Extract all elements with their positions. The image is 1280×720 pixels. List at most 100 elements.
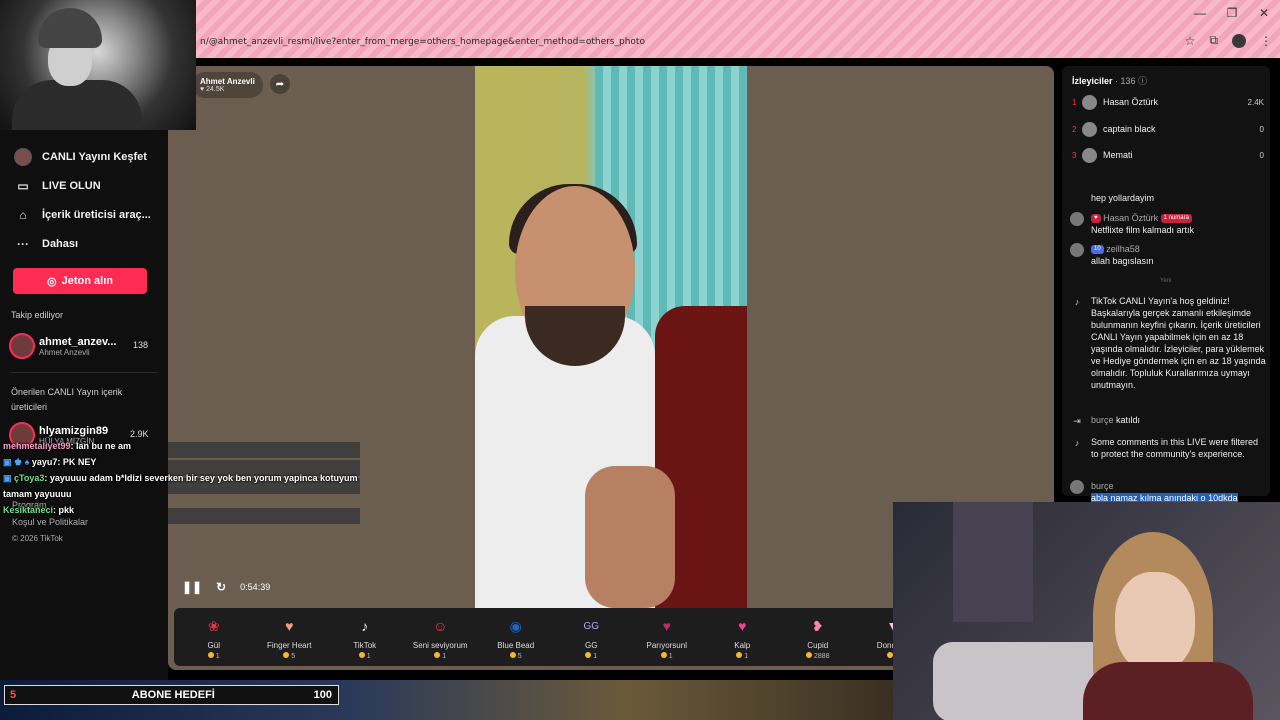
avatar: [1082, 121, 1097, 137]
finger-heart-icon: ♥: [285, 618, 294, 634]
coin-icon: [207, 652, 214, 658]
creator-likes: 24.5K: [206, 86, 225, 93]
close-icon[interactable]: ✕: [1248, 4, 1280, 22]
viewer-row[interactable]: 3 Memati 0: [1072, 147, 1264, 163]
creator-name[interactable]: Ahmet Anzevli: [192, 77, 255, 86]
address-bar[interactable]: n/@ahmet_anzevli_resmi/live?enter_from_m…: [196, 31, 1280, 53]
minimize-icon[interactable]: —: [1184, 4, 1216, 22]
blue-bead-icon: ◉: [509, 617, 522, 634]
badge-icon: ▣ ♚ ♠: [3, 457, 32, 467]
coin-icon: [736, 652, 743, 658]
following-label: Takip ediliyor: [11, 310, 64, 320]
gift-price: 1: [442, 653, 447, 660]
live-video[interactable]: [475, 66, 747, 608]
tiktok-icon: ♪: [1074, 438, 1080, 448]
avatar: [1070, 243, 1084, 257]
sub-goal-target: 100: [313, 689, 332, 701]
coin-icon: [509, 652, 516, 658]
viewer-chat-panel: İzleyiciler · 136 ⓘ 1 Hasan Öztürk 2.4K …: [1062, 66, 1270, 496]
viewer-row[interactable]: 2 captain black 0: [1072, 121, 1264, 137]
nav-label: Dahası: [42, 237, 79, 250]
nav-label: LIVE OLUN: [42, 179, 101, 192]
overlay-chat-line: ▣ çToya3: yayuuuu adam b*ldizi severken …: [3, 473, 358, 499]
nav-more[interactable]: ··· Dahası: [0, 229, 168, 258]
avatar: [9, 333, 35, 359]
gift-name: Kalp: [734, 641, 751, 650]
gift-item[interactable]: ❥ Cupid 2888: [780, 608, 856, 666]
rose-icon: ❀: [207, 617, 220, 634]
gift-item[interactable]: GG GG 1: [554, 608, 630, 666]
gift-item[interactable]: ☺ Seni seviyorum 1: [403, 608, 479, 666]
divider: [10, 372, 158, 373]
extensions-icon[interactable]: ⧉: [1209, 33, 1218, 48]
viewer-count: 138: [133, 340, 149, 350]
pause-icon[interactable]: ❚❚: [182, 580, 202, 594]
avatar-icon: [14, 147, 32, 166]
system-welcome: ♪ TikTok CANLI Yayın'a hoş geldiniz! Baş…: [1070, 295, 1266, 391]
gift-item[interactable]: ◉ Blue Bead 5: [478, 608, 554, 666]
perfume-icon: ♥: [662, 618, 671, 634]
enter-icon: ⇥: [1073, 416, 1081, 426]
info-icon: ⓘ: [1138, 76, 1148, 86]
playback-controls: ❚❚ ↻ 0:54:39: [182, 580, 270, 594]
window-controls: — ❐ ✕: [1184, 4, 1280, 22]
gift-item[interactable]: ♪ TikTok 1: [327, 608, 403, 666]
refresh-icon[interactable]: ↻: [216, 580, 226, 594]
sub-goal-label: ABONE HEDEFİ: [131, 689, 215, 701]
nav-go-live[interactable]: ▭ LIVE OLUN: [0, 171, 168, 200]
gift-item[interactable]: ❀ Gül 1: [176, 608, 252, 666]
avatar: [1082, 147, 1097, 163]
gift-item[interactable]: ♥ Parıyorsunl 1: [629, 608, 705, 666]
gift-name: GG: [585, 641, 598, 650]
gg-icon: GG: [583, 620, 600, 632]
profile-avatar[interactable]: B: [1232, 33, 1246, 48]
bookmark-star-icon[interactable]: ☆: [1185, 34, 1196, 48]
nav-label: İçerik üreticisi araç...: [42, 208, 151, 221]
get-coins-button[interactable]: ◎ Jeton alın: [13, 268, 147, 294]
coin-icon: [434, 652, 441, 658]
chat-message: hep yollardayim: [1091, 193, 1155, 203]
overlay-chat-line: Kesiktaneci: pkk: [3, 505, 75, 515]
gift-name: TikTok: [353, 641, 377, 650]
gift-price: 1: [668, 653, 673, 660]
avatar: [1082, 94, 1097, 110]
stream-chat-overlay: mehmetaliyet99: lan bu ne am ▣ ♚ ♠ yayu7…: [0, 438, 360, 518]
nav-explore-live[interactable]: CANLI Yayını Keşfet: [0, 142, 168, 171]
menu-kebab-icon[interactable]: ⋮: [1260, 34, 1272, 48]
person-arm: [585, 466, 675, 608]
tiktok-icon: ♪: [361, 618, 369, 634]
gift-price: 1: [593, 653, 598, 660]
viewer-row[interactable]: 1 Hasan Öztürk 2.4K: [1072, 94, 1264, 110]
gift-price: 1: [366, 653, 371, 660]
coin-icon: [660, 652, 667, 658]
overlay-chat-line: mehmetaliyet99: lan bu ne am: [3, 441, 132, 451]
gift-item[interactable]: ♥ Finger Heart 5: [252, 608, 328, 666]
following-item[interactable]: ahmet_anzev... Ahmet Anzevli 138: [0, 332, 168, 360]
url-text[interactable]: n/@ahmet_anzevli_resmi/live?enter_from_m…: [196, 37, 1156, 47]
gift-name: Gül: [207, 641, 220, 650]
footer-terms[interactable]: Koşul ve Politikalar: [12, 517, 88, 527]
gift-price: 1: [744, 653, 749, 660]
tiktok-icon: ♪: [1074, 297, 1080, 307]
creator-info[interactable]: Ahmet Anzevli ♥ 24.5K: [192, 72, 263, 98]
gift-name: Seni seviyorum: [412, 641, 468, 650]
streamer-face: [1115, 572, 1195, 672]
gift-name: Cupid: [807, 641, 829, 650]
chat-message: ♥ Hasan Öztürk 1 numara Netflixte film k…: [1070, 212, 1266, 236]
nav-label: CANLI Yayını Keşfet: [42, 150, 147, 163]
share-button[interactable]: ➦: [270, 74, 290, 94]
heart-icon: ♥: [738, 618, 747, 634]
gift-name: Blue Bead: [497, 641, 535, 650]
helmet: [38, 8, 102, 48]
heart-face-icon: ☺: [433, 618, 448, 634]
coin-icon: [585, 652, 592, 658]
nav-creator-tools[interactable]: ⌂ İçerik üreticisi araç...: [0, 200, 168, 229]
gift-item[interactable]: ♥ Kalp 1: [705, 608, 781, 666]
gift-price: 5: [517, 653, 522, 660]
coin-icon: [283, 652, 290, 658]
webcam-overlay-top-left: [0, 0, 196, 130]
coin-icon: ◎: [47, 275, 57, 288]
restore-icon[interactable]: ❐: [1216, 4, 1248, 22]
webcam-overlay-bottom-right: [893, 502, 1280, 720]
cupid-icon: ❥: [811, 617, 824, 634]
